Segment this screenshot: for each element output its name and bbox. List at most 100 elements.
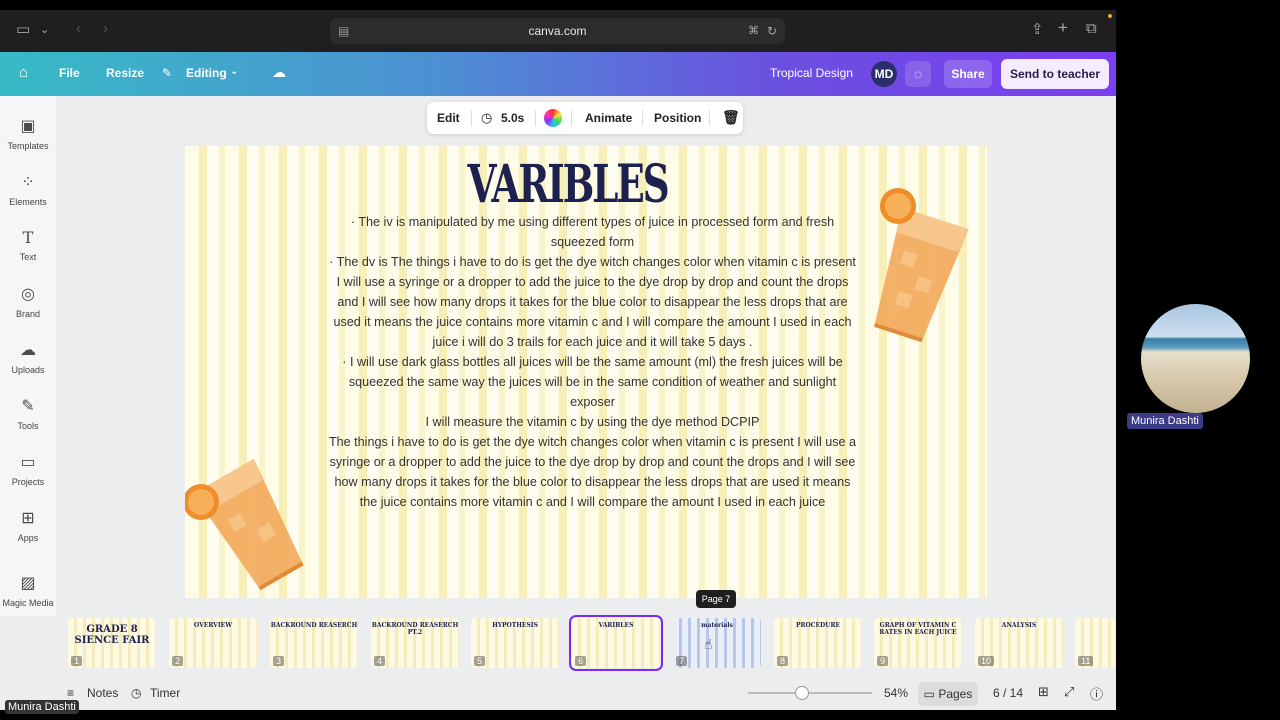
notes-button[interactable]: Notes [87,686,118,700]
pages-icon: ▭ [923,687,935,701]
thumbnail-title: PROCEDURE [795,622,841,629]
body-line: The things i have to do is get the dye w… [328,435,857,509]
avatar[interactable]: MD [871,61,897,87]
new-tab-icon[interactable]: + [1058,18,1068,38]
page-number: 4 [374,656,386,666]
body-line: · I will use dark glass bottles all juic… [342,355,843,409]
sidebar-item-magic-media[interactable]: ▨ Magic Media [0,573,56,608]
grid-view-icon[interactable]: ⊞ [1038,684,1049,700]
orange-juice-glass-image[interactable] [185,454,321,594]
page-thumbnail[interactable]: 11 [1075,618,1115,668]
slide-canvas[interactable]: VARIBLES · The iv is manipulated by me u… [185,146,987,598]
file-menu[interactable]: File [59,66,80,80]
page-number: 10 [978,656,995,666]
timer-button[interactable]: Timer [150,686,180,700]
divider [709,110,710,126]
color-wheel-icon[interactable] [544,109,562,127]
sidebar-item-text[interactable]: T Text [0,228,56,262]
zoom-slider-handle[interactable] [795,686,809,700]
sidebar-item-projects[interactable]: ▭ Projects [0,452,56,487]
page-thumbnail[interactable]: BACKROUND REASERCH PT.2 4 [371,618,459,668]
send-to-teacher-button[interactable]: Send to teacher [1001,59,1109,89]
sidebar-item-uploads[interactable]: ☁ Uploads [0,340,56,375]
page-thumbnail[interactable]: GRAPH OF VITAMIN C RATES IN EACH JUICE 9 [874,618,962,668]
editing-mode-dropdown[interactable]: Editing [186,66,227,80]
trash-icon[interactable]: 🗑 [722,109,740,126]
sidebar-toggle-icon[interactable]: ▭ [16,20,30,38]
page-number: 7 [676,656,688,666]
page-thumbnail[interactable]: HYPOTHESIS 5 [471,618,559,668]
page-number: 9 [877,656,889,666]
sidebar-item-label: Brand [15,309,41,319]
fullscreen-icon[interactable]: ⤢ [1064,684,1074,700]
page-number: 3 [273,656,285,666]
sidebar-item-apps[interactable]: ⊞ Apps [0,508,56,543]
zoom-slider[interactable] [748,692,872,694]
sidebar-item-label: Text [19,252,37,262]
thumbnail-title: BACKROUND REASERCH [270,622,358,629]
page-thumbnail[interactable]: PROCEDURE 8 [774,618,862,668]
body-line: I will measure the vitamin c by using th… [425,415,760,429]
brand-icon: ◎ [21,286,35,303]
page-number: 11 [1078,656,1094,666]
browser-toolbar: ▭ ⌄ ‹ › ▤ canva.com ⌘ ↻ ⇪ + ⧉ [0,10,1116,52]
sidebar-item-label: Elements [9,197,47,207]
page-thumbnail[interactable]: materials 7 [673,618,761,668]
slide-title[interactable]: VARIBLES [292,154,843,215]
page-thumbnail-selected[interactable]: VARIBLES 6 [569,615,663,671]
participant-video [1141,304,1250,413]
projects-icon: ▭ [20,454,36,471]
sidebar-item-label: Templates [7,141,49,151]
cloud-save-icon[interactable]: ☁ [272,64,286,81]
forward-icon[interactable]: › [103,20,108,37]
sidebar-item-brand[interactable]: ◎ Brand [0,284,56,319]
hand-cursor-icon: ☝ [704,636,713,652]
sidebar-item-tools[interactable]: ✎ Tools [0,396,56,431]
tools-icon: ✎ [21,398,35,415]
address-bar[interactable]: ▤ canva.com ⌘ ↻ [330,18,785,44]
page-number: 6 [575,656,587,666]
comment-icon[interactable]: ◌ [905,61,931,87]
slide-body-text[interactable]: · The iv is manipulated by me using diff… [326,212,859,512]
tab-overview-icon[interactable]: ⧉ [1086,20,1097,37]
reload-icon[interactable]: ↻ [767,18,777,44]
sidebar-item-label: Magic Media [2,598,54,608]
thumbnail-title: ANALYSIS [1001,622,1037,629]
share-button[interactable]: Share [944,60,992,88]
pages-button[interactable]: ▭ Pages [918,682,978,706]
participant-name-tag: Munira Dashti [1127,413,1203,429]
page-thumbnail[interactable]: GRADE 8 SIENCE FAIR 1 [68,618,156,668]
divider [571,110,572,126]
page-thumbnail[interactable]: BACKROUND REASERCH 3 [270,618,358,668]
sidebar-item-label: Uploads [11,365,45,375]
divider [642,110,643,126]
orange-juice-glass-image[interactable] [860,186,980,346]
animate-button[interactable]: Animate [585,111,632,125]
page-thumbnail[interactable]: OVERVIEW 2 [169,618,257,668]
chevron-down-icon[interactable]: ⌄ [40,23,49,36]
share-sheet-icon[interactable]: ⇪ [1031,20,1044,38]
home-icon[interactable]: ⌂ [19,64,28,81]
duration-button[interactable]: 5.0s [501,111,524,125]
help-icon[interactable]: ⓘ [1090,684,1103,703]
pencil-icon: ✎ [162,66,173,80]
resize-button[interactable]: Resize [106,66,144,80]
chevron-down-icon[interactable]: ⌄ [230,66,238,77]
divider [471,110,472,126]
back-icon[interactable]: ‹ [76,20,81,37]
thumbnail-title: VARIBLES [598,622,634,629]
edit-button[interactable]: Edit [437,111,460,125]
position-button[interactable]: Position [654,111,701,125]
translate-icon[interactable]: ⌘ [748,18,759,44]
sidebar-item-elements[interactable]: ⁘ Elements [0,172,56,207]
templates-icon: ▣ [20,118,36,135]
site-settings-icon[interactable]: ▤ [338,18,349,44]
page-thumbnail[interactable]: ANALYSIS 10 [975,618,1063,668]
sidebar-item-templates[interactable]: ▣ Templates [0,116,56,151]
thumbnail-title: materials [701,622,733,629]
timer-icon: ◷ [131,686,142,700]
zoom-level[interactable]: 54% [884,686,908,700]
uploads-icon: ☁ [20,342,36,359]
design-title[interactable]: Tropical Design [770,66,853,80]
elements-icon: ⁘ [21,174,35,191]
